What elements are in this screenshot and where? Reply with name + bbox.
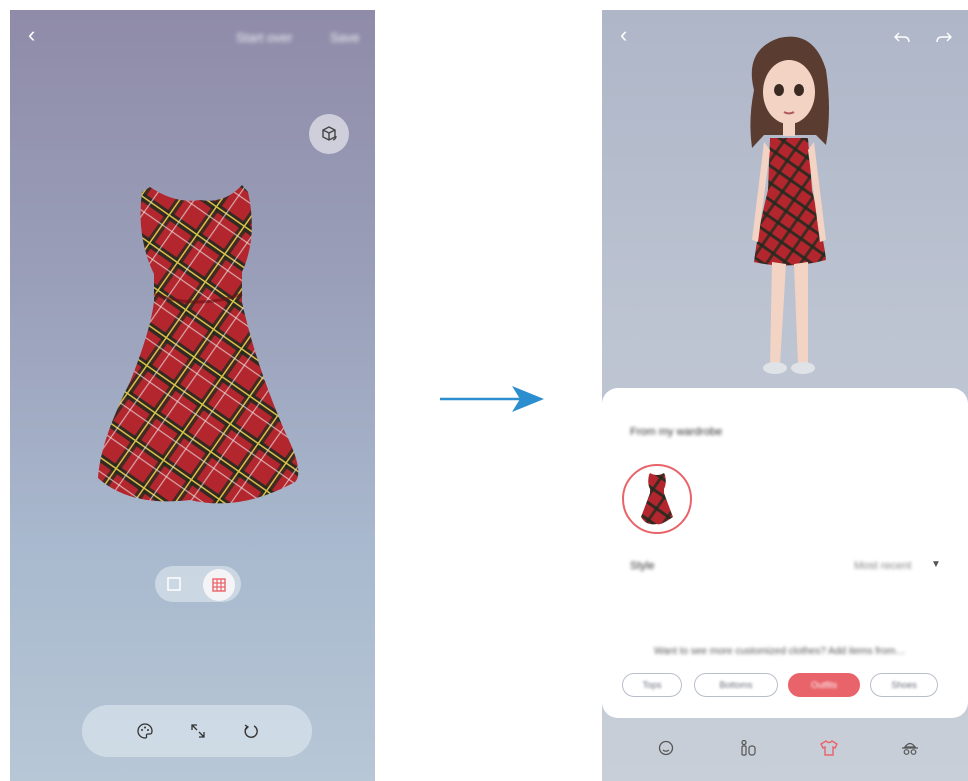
back-icon[interactable]: ‹ (620, 24, 627, 46)
back-icon[interactable]: ‹ (28, 24, 35, 46)
style-label: Style (630, 560, 655, 572)
clothing-icon[interactable] (817, 736, 841, 760)
category-chip-shoes[interactable]: Shoes (870, 673, 938, 697)
avatar-wardrobe-screen: ‹ From my wardrobe Style Most recent ▼ W… (602, 10, 968, 781)
dress-editor-screen: ‹ Start over Save (10, 10, 375, 781)
redo-icon[interactable] (930, 24, 958, 52)
accessory-icon[interactable] (898, 736, 922, 760)
dress-thumbnail-icon (641, 473, 673, 525)
undo-icon[interactable] (888, 24, 916, 52)
plain-view-icon[interactable] (160, 570, 188, 598)
pattern-view-icon[interactable] (203, 569, 235, 601)
rotate-icon[interactable] (237, 717, 265, 745)
plaid-dress-image (98, 185, 299, 504)
avatar-image (750, 36, 829, 374)
wardrobe-title: From my wardrobe (630, 426, 723, 438)
transition-arrow (440, 386, 544, 412)
start-over-button[interactable]: Start over (236, 30, 292, 45)
palette-icon[interactable] (131, 717, 159, 745)
save-button[interactable]: Save (330, 30, 360, 45)
resize-icon[interactable] (184, 717, 212, 745)
style-value[interactable]: Most recent (854, 560, 911, 572)
dropdown-arrow-icon[interactable]: ▼ (931, 559, 941, 570)
hint-text: Want to see more customized clothes? Add… (654, 646, 906, 657)
face-icon[interactable] (654, 736, 678, 760)
category-chip-bottoms[interactable]: Bottoms (694, 673, 778, 697)
wardrobe-item-dress[interactable] (622, 464, 692, 534)
category-chip-tops[interactable]: Tops (622, 673, 682, 697)
category-chip-outfits[interactable]: Outfits (788, 673, 860, 697)
body-icon[interactable] (736, 736, 760, 760)
3d-rotate-icon[interactable] (309, 114, 349, 154)
